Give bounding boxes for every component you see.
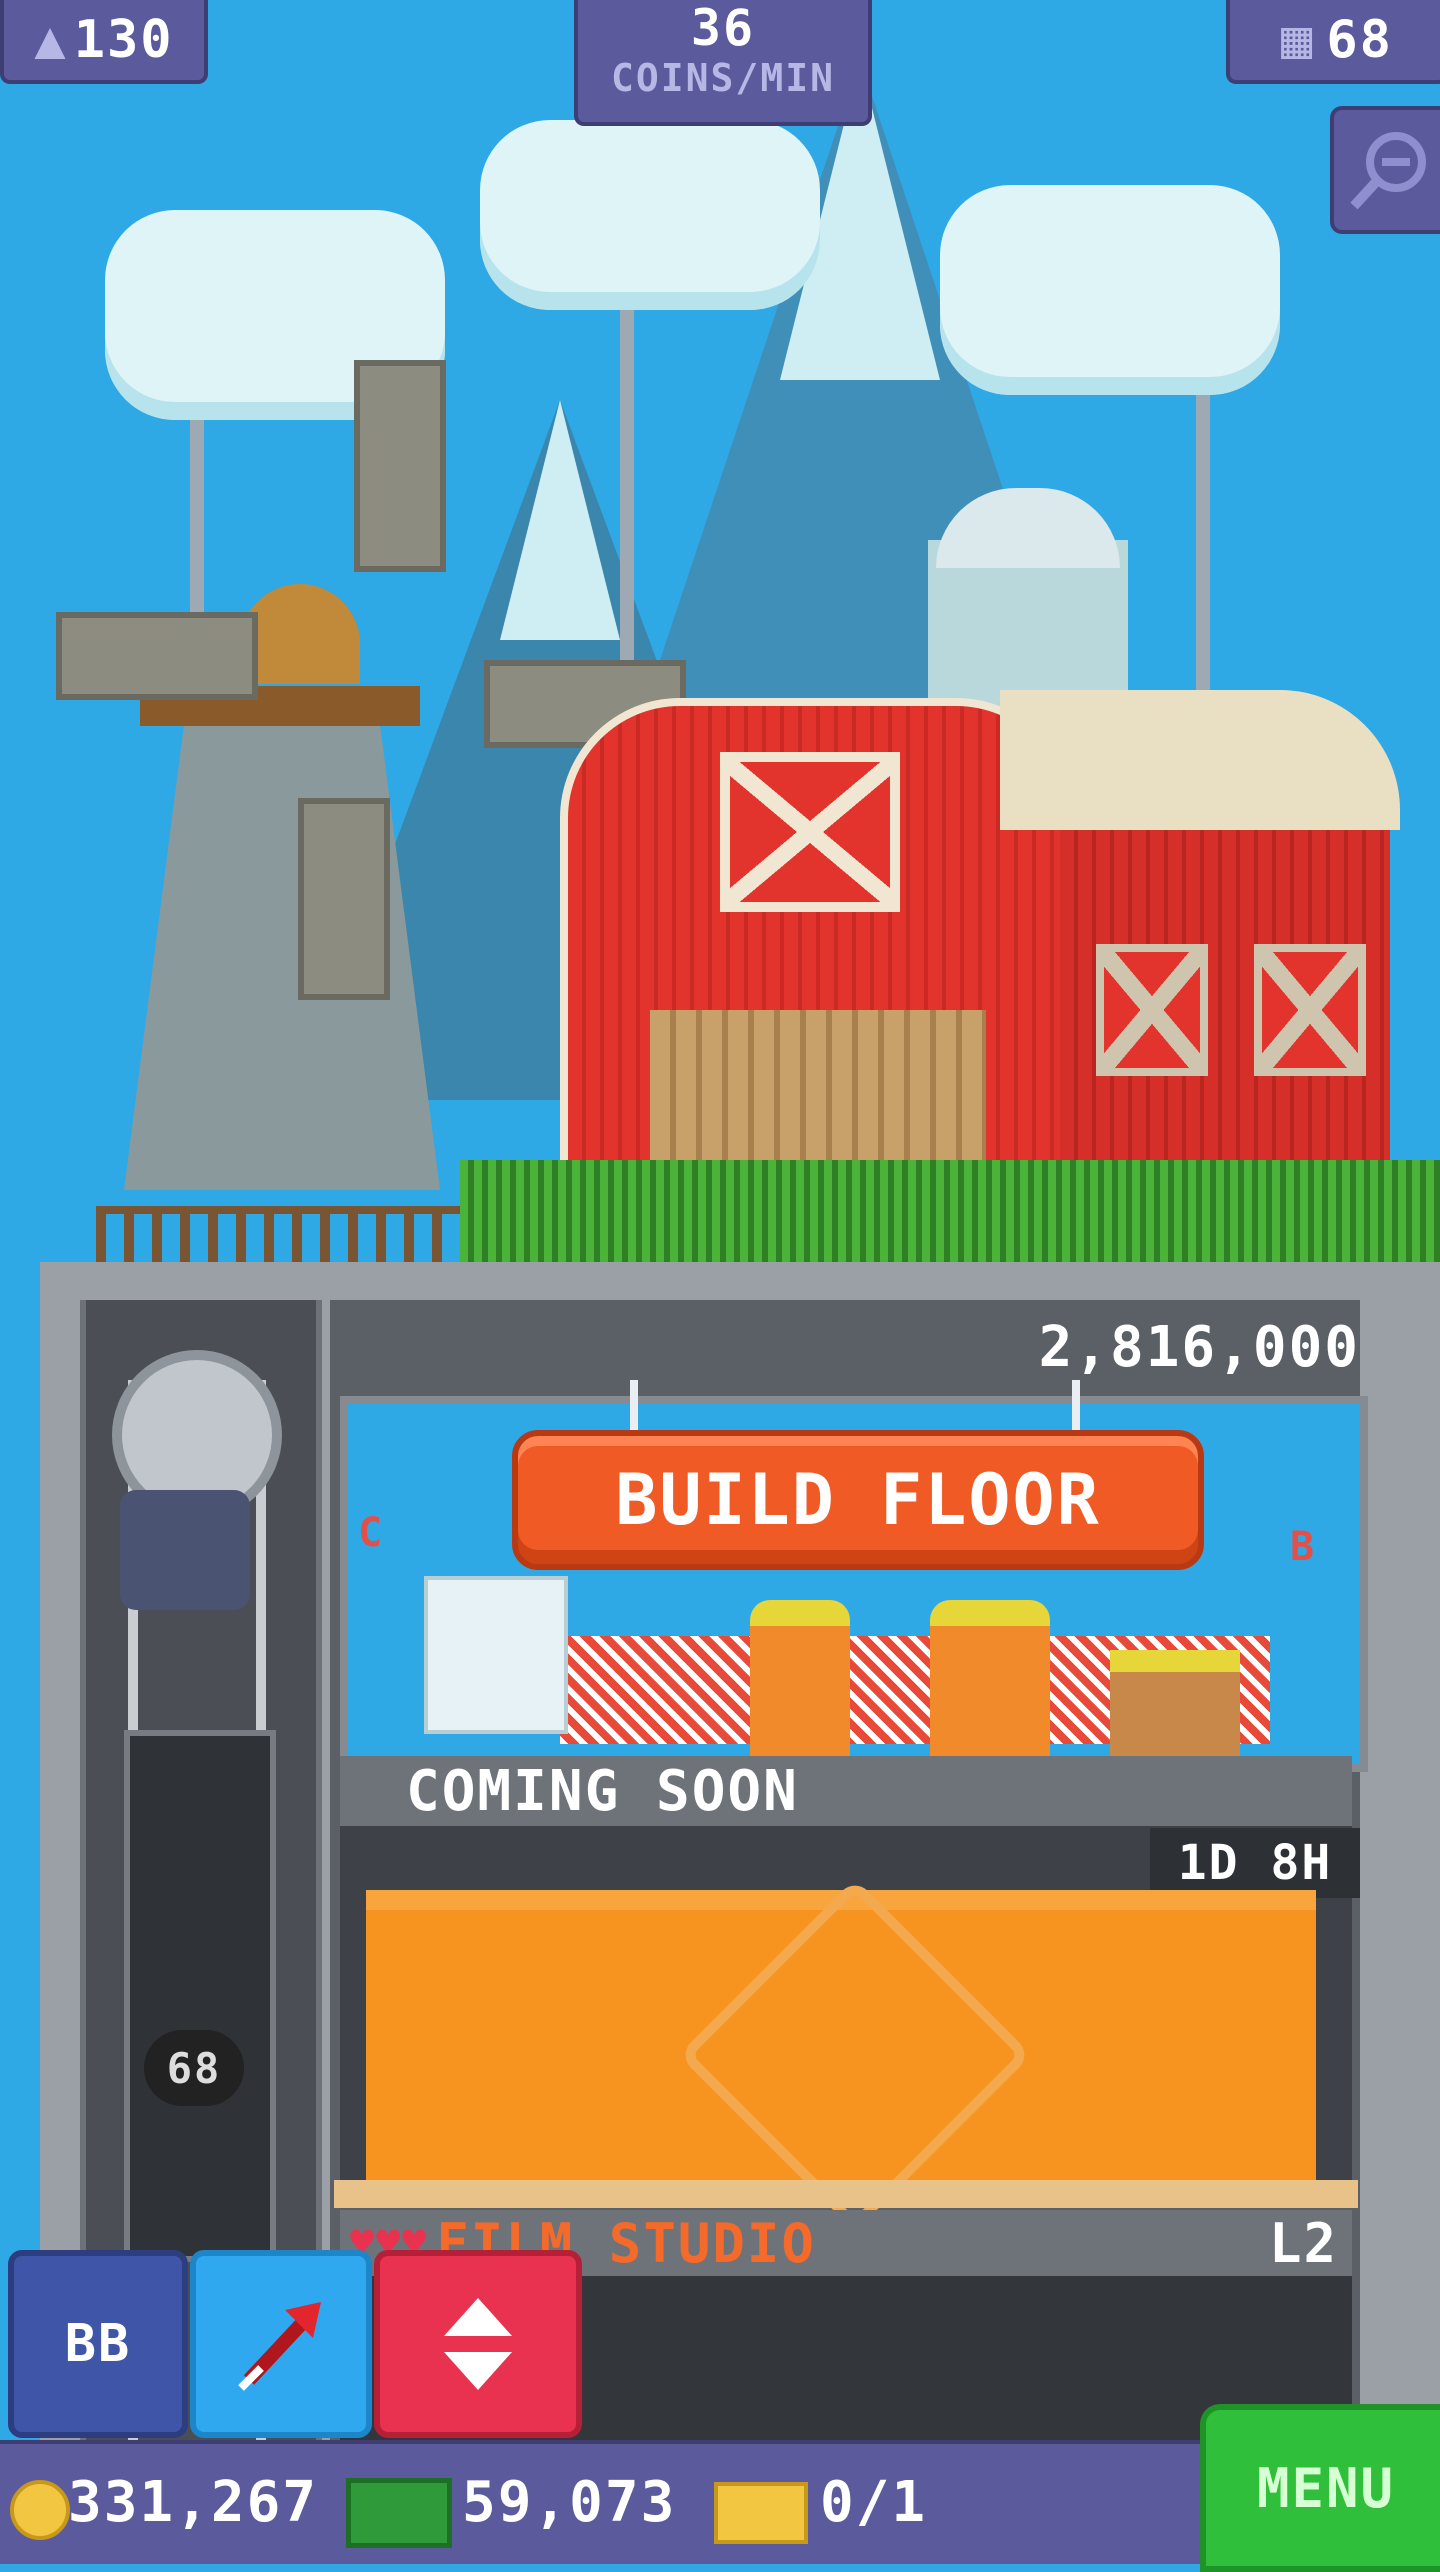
- grass: [460, 1160, 1440, 1264]
- windmill-blade: [56, 612, 258, 700]
- crate: [1110, 1650, 1240, 1766]
- barn-roof: [1000, 690, 1400, 830]
- construction-timer-value: 1D 8H: [1177, 1835, 1333, 1891]
- construction-timer: 1D 8H: [1150, 1828, 1360, 1898]
- coming-soon-label: COMING SOON: [406, 1758, 799, 1824]
- coins-value: 331,267: [68, 2470, 319, 2535]
- build-cost-value: 2,816,000: [1038, 1314, 1360, 1380]
- coins-rate-panel: 36 COINS/MIN: [574, 0, 872, 126]
- bitbook-label: BB: [64, 2314, 132, 2374]
- bitbook-button[interactable]: BB: [8, 2250, 188, 2438]
- construction-worker: [930, 1600, 1050, 1770]
- sign-hanger: [630, 1380, 638, 1434]
- zoom-out-icon: [1350, 132, 1426, 210]
- coin-icon: [10, 2480, 70, 2540]
- tickets-value: 0/1: [820, 2470, 928, 2535]
- rooftop-scene: [0, 0, 1440, 1264]
- ticket-icon[interactable]: [714, 2482, 808, 2544]
- arrow-icon: [238, 2302, 321, 2391]
- cloud: [940, 185, 1280, 395]
- floors-counter[interactable]: ▦ 68: [1226, 0, 1440, 84]
- floor-ledge: [334, 2180, 1358, 2208]
- elevator-floor-value: 68: [166, 2043, 222, 2093]
- floors-value: 68: [1326, 10, 1393, 70]
- menu-button[interactable]: MENU: [1200, 2404, 1440, 2572]
- windmill-blade: [354, 360, 446, 572]
- build-cost: 2,816,000: [1038, 1312, 1360, 1382]
- building-icon: ▦: [1281, 10, 1315, 70]
- coins-rate-label: COINS/MIN: [611, 56, 835, 100]
- barn-window: [1096, 944, 1208, 1076]
- mountain-snowcap: [500, 400, 620, 640]
- coins-rate-value: 36: [690, 0, 756, 57]
- bux-icon[interactable]: [346, 2478, 452, 2548]
- construction-worker: [750, 1600, 850, 1770]
- population-counter[interactable]: ▲ 130: [0, 0, 208, 84]
- raffle-button[interactable]: [190, 2250, 372, 2438]
- windmill-blade: [298, 798, 390, 1000]
- build-floor-button[interactable]: BUILD FLOOR: [512, 1430, 1204, 1570]
- person-icon: ▲: [34, 10, 68, 70]
- sign-hanger: [1072, 1380, 1080, 1434]
- elevator-car[interactable]: [124, 1730, 276, 2262]
- up-down-arrows-icon: [444, 2298, 512, 2390]
- build-floor-label: BUILD FLOOR: [615, 1459, 1101, 1541]
- elevator-motor: [120, 1490, 250, 1610]
- elevator-floor-indicator: 68: [144, 2030, 244, 2106]
- barn-window: [1254, 944, 1366, 1076]
- coming-soon-band: COMING SOON: [340, 1756, 1352, 1826]
- right-letter: B: [1290, 1524, 1317, 1570]
- floor-level: L2: [1268, 2211, 1338, 2275]
- cloud-pole: [1196, 370, 1210, 700]
- cloud-pole: [620, 290, 634, 690]
- glass-block: [424, 1576, 568, 1734]
- bux-value: 59,073: [462, 2470, 677, 2535]
- fence: [96, 1206, 476, 1262]
- left-letter: C: [358, 1510, 385, 1556]
- cloud: [480, 120, 820, 310]
- menu-label: MENU: [1256, 2456, 1396, 2520]
- zoom-out-button[interactable]: [1330, 106, 1440, 234]
- elevator-button[interactable]: [374, 2250, 582, 2438]
- barn-window: [720, 752, 900, 912]
- population-value: 130: [73, 10, 174, 70]
